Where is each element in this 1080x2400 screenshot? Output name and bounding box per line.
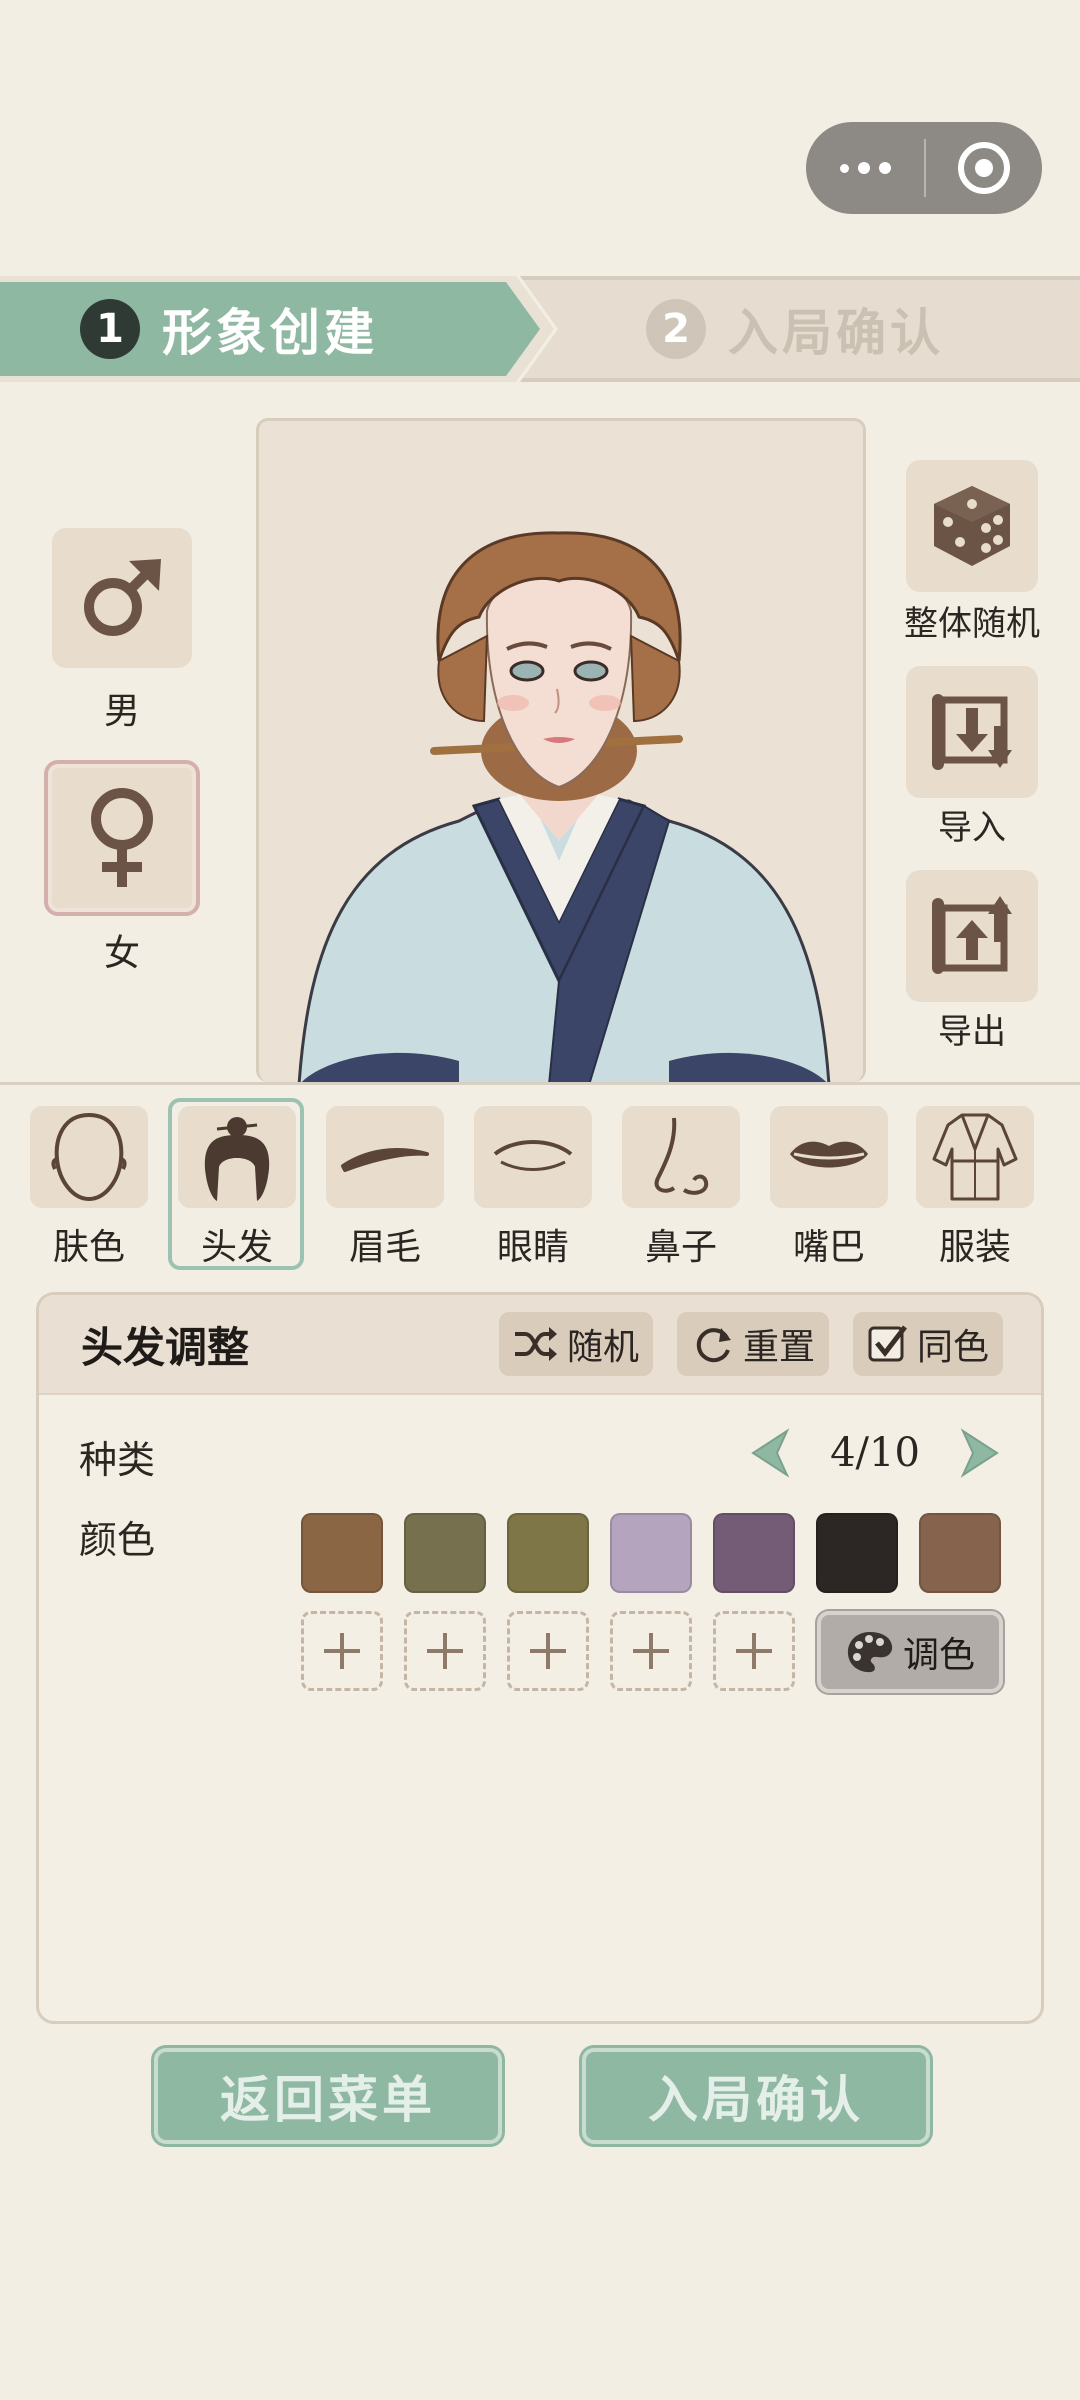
- male-button[interactable]: [52, 528, 192, 668]
- tab-clothing-label: 服装: [938, 1227, 1011, 1268]
- random-all-label: 整体随机: [904, 604, 1040, 644]
- color-swatch[interactable]: [919, 1513, 1001, 1593]
- step-1: 1 形象创建: [80, 276, 378, 382]
- step-1-label: 形象创建: [162, 304, 378, 362]
- export-icon: [932, 896, 1012, 974]
- face-outline-icon: [51, 1112, 127, 1202]
- character-portrait: [297, 531, 831, 1082]
- back-to-menu-button[interactable]: 返回菜单: [154, 2048, 502, 2144]
- tab-skin-label: 肤色: [52, 1227, 125, 1268]
- tab-mouth[interactable]: 嘴巴: [770, 1106, 888, 1270]
- step-2: 2 入局确认: [646, 276, 944, 382]
- section-divider: [0, 1082, 1080, 1085]
- female-symbol-icon: [91, 788, 153, 887]
- dice-icon: [934, 486, 1010, 566]
- hair-bun-icon: [204, 1117, 270, 1201]
- color-swatch[interactable]: [404, 1513, 486, 1593]
- import-button[interactable]: [906, 666, 1038, 798]
- same-color-checkbox[interactable]: 同色: [852, 1312, 1003, 1376]
- type-value: 4/10: [830, 1430, 920, 1476]
- next-arrow-icon[interactable]: [955, 1427, 1003, 1479]
- tab-mouth-label: 嘴巴: [792, 1227, 865, 1268]
- nose-icon: [654, 1117, 709, 1195]
- randomize-label: 随机: [566, 1327, 639, 1368]
- eye-icon: [493, 1140, 573, 1171]
- panel-title: 头发调整: [81, 1322, 250, 1372]
- prev-arrow-icon[interactable]: [747, 1427, 795, 1479]
- reset-button[interactable]: 重置: [676, 1312, 829, 1376]
- character-preview: [256, 418, 866, 1082]
- female-label: 女: [103, 933, 140, 974]
- female-button[interactable]: [44, 760, 200, 916]
- checkbox-checked-icon: [868, 1325, 907, 1362]
- add-color-slot[interactable]: [713, 1611, 795, 1691]
- robe-icon: [932, 1113, 1018, 1201]
- color-swatch[interactable]: [816, 1513, 898, 1593]
- tab-nose[interactable]: 鼻子: [622, 1106, 740, 1270]
- add-color-slot[interactable]: [507, 1611, 589, 1691]
- export-button[interactable]: [906, 870, 1038, 1002]
- miniprogram-capsule: [806, 122, 1042, 214]
- step-1-number: 1: [80, 299, 140, 359]
- palette-button[interactable]: 调色: [817, 1611, 1003, 1693]
- plus-icon: [324, 1633, 360, 1669]
- more-menu-icon[interactable]: [806, 122, 924, 214]
- tab-hair[interactable]: 头发: [178, 1106, 296, 1270]
- palette-icon: [847, 1632, 893, 1673]
- male-symbol-icon: [84, 559, 161, 636]
- color-label: 颜色: [79, 1518, 156, 1562]
- tab-eyebrow-label: 眉毛: [348, 1227, 421, 1268]
- lips-icon: [790, 1141, 868, 1168]
- tab-eyebrow[interactable]: 眉毛: [326, 1106, 444, 1270]
- step-progress-bar: 1 形象创建 2 入局确认: [0, 276, 1080, 382]
- tab-skin[interactable]: 肤色: [30, 1106, 148, 1270]
- color-swatch[interactable]: [610, 1513, 692, 1593]
- tab-clothing[interactable]: 服装: [916, 1106, 1034, 1270]
- plus-icon: [427, 1633, 463, 1669]
- plus-icon: [633, 1633, 669, 1669]
- same-color-label: 同色: [916, 1327, 989, 1368]
- reset-icon: [696, 1328, 731, 1363]
- reset-label: 重置: [742, 1327, 815, 1368]
- male-label: 男: [103, 691, 140, 732]
- add-color-slot[interactable]: [301, 1611, 383, 1691]
- tab-hair-label: 头发: [200, 1227, 273, 1268]
- tab-nose-label: 鼻子: [644, 1227, 717, 1268]
- export-label: 导出: [938, 1012, 1006, 1052]
- hair-adjust-panel: 头发调整 随机 重置 同色 种类 4/10 颜色 调色: [36, 1292, 1044, 2024]
- import-label: 导入: [938, 808, 1006, 848]
- step-2-label: 入局确认: [728, 304, 944, 362]
- add-color-slot[interactable]: [404, 1611, 486, 1691]
- plus-icon: [530, 1633, 566, 1669]
- tab-eyes[interactable]: 眼睛: [474, 1106, 592, 1270]
- panel-header: 头发调整 随机 重置 同色: [39, 1295, 1041, 1395]
- add-color-slot[interactable]: [610, 1611, 692, 1691]
- color-swatch[interactable]: [301, 1513, 383, 1593]
- close-miniprogram-icon[interactable]: [926, 122, 1042, 214]
- confirm-enter-button[interactable]: 入局确认: [582, 2048, 930, 2144]
- type-label: 种类: [79, 1438, 156, 1482]
- palette-label: 调色: [902, 1635, 975, 1676]
- random-all-button[interactable]: [906, 460, 1038, 592]
- eyebrow-icon: [341, 1148, 429, 1172]
- tab-eyes-label: 眼睛: [496, 1227, 569, 1268]
- step-2-number: 2: [646, 299, 706, 359]
- shuffle-icon: [514, 1327, 557, 1361]
- type-pager: 4/10: [747, 1427, 1003, 1479]
- color-swatch[interactable]: [507, 1513, 589, 1593]
- color-swatch[interactable]: [713, 1513, 795, 1593]
- randomize-button[interactable]: 随机: [498, 1312, 653, 1376]
- import-icon: [932, 694, 1012, 770]
- plus-icon: [736, 1633, 772, 1669]
